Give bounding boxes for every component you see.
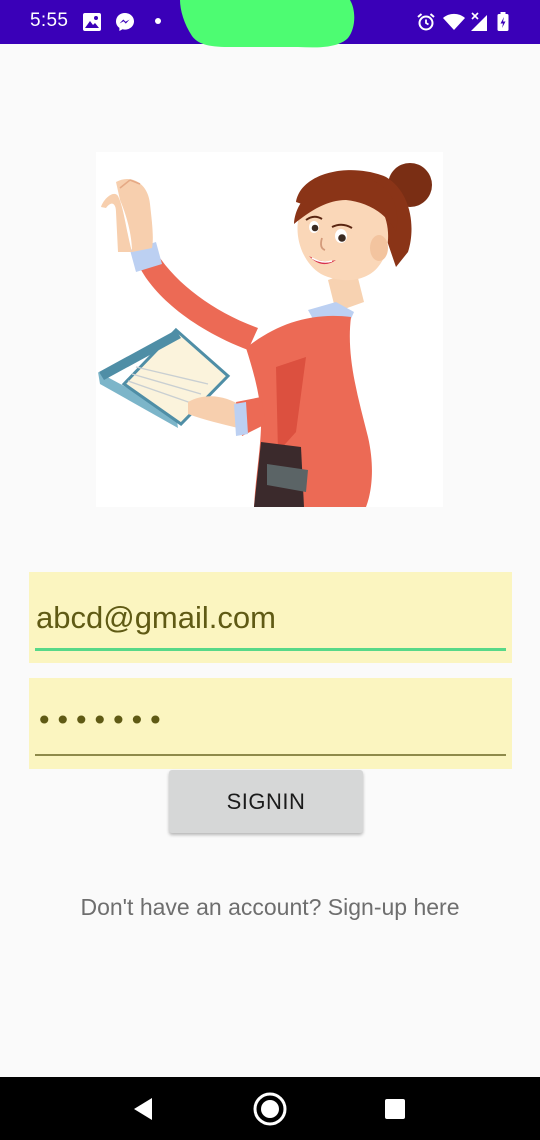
image-icon	[83, 13, 101, 31]
recents-icon[interactable]	[377, 1091, 413, 1127]
battery-icon	[497, 12, 509, 31]
signin-button-label: SIGNIN	[226, 788, 306, 814]
signal-icon	[471, 12, 487, 31]
back-icon[interactable]	[126, 1091, 162, 1127]
status-time: 5:55	[30, 10, 69, 31]
signup-link[interactable]: Don't have an account? Sign-up here	[0, 894, 540, 921]
password-field[interactable]: •••••••	[29, 678, 512, 769]
navigation-bar	[0, 1077, 540, 1140]
status-bar: 5:55	[0, 0, 540, 48]
password-underline	[35, 754, 506, 756]
email-input-value[interactable]: abcd@gmail.com	[36, 600, 276, 636]
email-focus-underline	[35, 648, 506, 651]
email-field[interactable]: abcd@gmail.com	[29, 572, 512, 663]
password-input-value[interactable]: •••••••	[36, 704, 166, 737]
hero-image	[96, 152, 443, 507]
messenger-icon	[116, 13, 134, 31]
dot-icon	[155, 18, 161, 24]
alarm-icon	[417, 13, 435, 31]
home-icon[interactable]	[252, 1091, 288, 1127]
wifi-icon	[443, 13, 465, 30]
signin-button[interactable]: SIGNIN	[169, 770, 363, 833]
woman-reading-book-illustration	[98, 163, 432, 507]
camera-notch-blob	[180, 0, 355, 48]
